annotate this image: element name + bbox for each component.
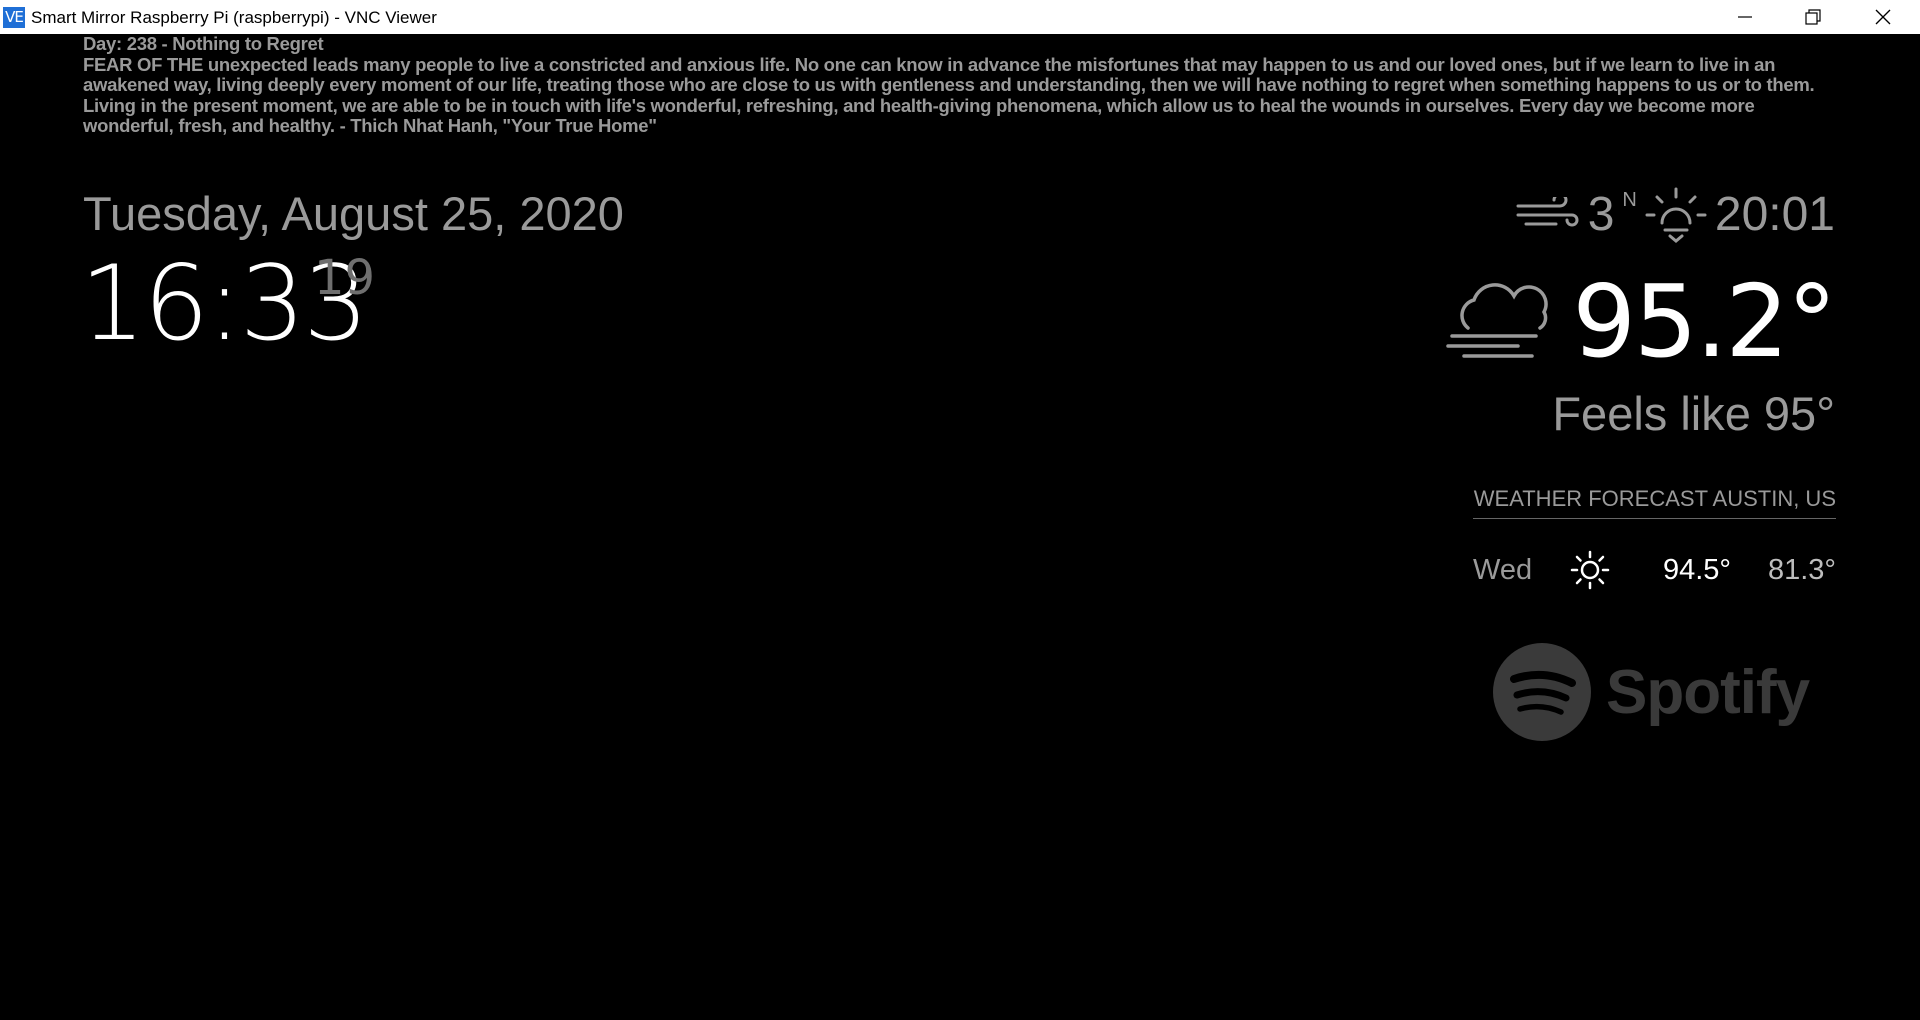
clock: 16:33 19 (80, 244, 375, 364)
restore-icon (1805, 9, 1821, 25)
wind-direction: N (1622, 188, 1637, 211)
sunset-icon (1645, 187, 1707, 243)
wind-speed: 3 (1587, 187, 1615, 241)
wind-icon (1516, 197, 1579, 227)
restore-button[interactable] (1778, 0, 1848, 34)
forecast-day: Wed (1473, 554, 1533, 586)
current-temperature: 95.2° (1572, 263, 1837, 380)
spotify-wordmark: Spotify (1606, 657, 1810, 727)
wind-sun-row: 3 N 20:01 (1516, 184, 1835, 244)
minimize-icon (1738, 16, 1752, 18)
sunset-time: 20:01 (1714, 187, 1835, 241)
window-title: Smart Mirror Raspberry Pi (raspberrypi) … (31, 8, 437, 27)
close-icon (1875, 9, 1891, 25)
forecast-row: Wed 94.5° 81.3° (1473, 548, 1836, 592)
sun-icon (1570, 550, 1610, 590)
current-weather: 95.2° (1446, 262, 1837, 382)
mirror-screen: Day: 238 - Nothing to Regret FEAR OF THE… (0, 33, 1920, 1020)
feels-like: Feels like 95° (1552, 387, 1835, 440)
close-button[interactable] (1848, 0, 1918, 34)
daily-quote: Day: 238 - Nothing to Regret FEAR OF THE… (83, 33, 1843, 137)
window-titlebar: VE Smart Mirror Raspberry Pi (raspberryp… (0, 0, 1920, 34)
cloud-fog-icon (1446, 283, 1549, 358)
forecast-max-temp: 94.5° (1662, 554, 1731, 586)
vnc-viewer-icon: VE (3, 7, 25, 28)
forecast-header: WEATHER FORECAST AUSTIN, US (1473, 486, 1836, 519)
quote-body: FEAR OF THE unexpected leads many people… (83, 53, 1815, 136)
spotify-module: Spotify (1492, 642, 1810, 742)
clock-seconds: 19 (314, 250, 376, 306)
forecast-min-temp: 81.3° (1767, 554, 1836, 586)
spotify-logo-icon (1493, 643, 1591, 741)
minimize-button[interactable] (1710, 0, 1780, 34)
quote-heading: Day: 238 - Nothing to Regret (83, 33, 324, 54)
clock-date: Tuesday, August 25, 2020 (83, 187, 624, 240)
